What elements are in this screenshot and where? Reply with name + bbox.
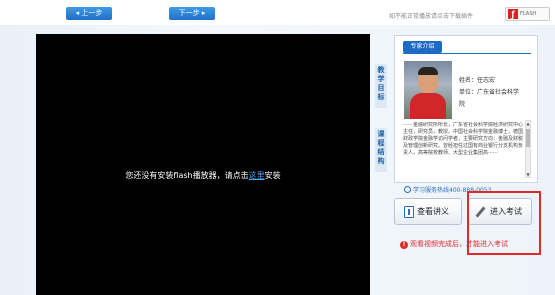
bio-scrollbar[interactable]: ▲ ▼	[525, 120, 531, 178]
scroll-thumb[interactable]	[526, 129, 530, 147]
tab-teaching-goals[interactable]: 教学目标	[375, 64, 387, 108]
flash-message-text: 您还没有安装flash播放器，请点击	[125, 171, 249, 180]
expert-panel: 专家介绍 姓名：任志宏 单位：广东省社会科学 院 ⋯⋯金融研究所所长，广东省社会…	[394, 35, 538, 183]
panel-divider	[403, 53, 531, 54]
expert-unit: 单位：广东省社会科学	[459, 89, 520, 96]
next-step-button[interactable]: 下一步 ▸	[169, 7, 215, 20]
expert-panel-title: 专家介绍	[403, 41, 442, 53]
tab-course-structure[interactable]: 课程结构	[375, 128, 387, 172]
scroll-down-icon[interactable]: ▼	[526, 172, 530, 177]
phone-icon	[404, 186, 411, 193]
flash-missing-message: 您还没有安装flash播放器，请点击这里安装	[36, 170, 370, 181]
flash-logo-text: FLASH	[520, 11, 537, 17]
expert-bio: ⋯⋯金融研究所所长，广东省社会科学院经济研究中心主任，研究员，教授。中国社会科学…	[403, 122, 523, 156]
view-lecture-button[interactable]: 查看讲义	[394, 198, 462, 225]
scroll-up-icon[interactable]: ▲	[526, 121, 530, 126]
flash-icon: ƒ	[508, 9, 518, 19]
expert-unit-cont: 院	[459, 101, 466, 108]
flash-download-hint: 如不能正常播放请点击下载插件	[389, 13, 474, 20]
prev-step-button[interactable]: ◂ 上一步	[66, 7, 112, 20]
flash-message-tail: 安装	[264, 171, 281, 180]
expert-photo	[404, 61, 452, 119]
flash-install-link[interactable]: 这里	[249, 171, 265, 180]
view-lecture-label: 查看讲义	[417, 207, 449, 216]
flash-download-button[interactable]: ƒ FLASH	[505, 7, 550, 21]
document-icon	[404, 206, 414, 218]
exam-notice: ! 观看视频完成后，才能进入考试	[400, 239, 508, 249]
alert-icon: !	[400, 241, 408, 249]
top-toolbar: ◂ 上一步 下一步 ▸ 如不能正常播放请点击下载插件 ƒ FLASH	[0, 0, 555, 25]
video-player[interactable]: 您还没有安装flash播放器，请点击这里安装	[36, 34, 370, 295]
expert-name: 姓名：任志宏	[459, 77, 496, 84]
exam-notice-text: 观看视频完成后，才能进入考试	[410, 240, 508, 248]
